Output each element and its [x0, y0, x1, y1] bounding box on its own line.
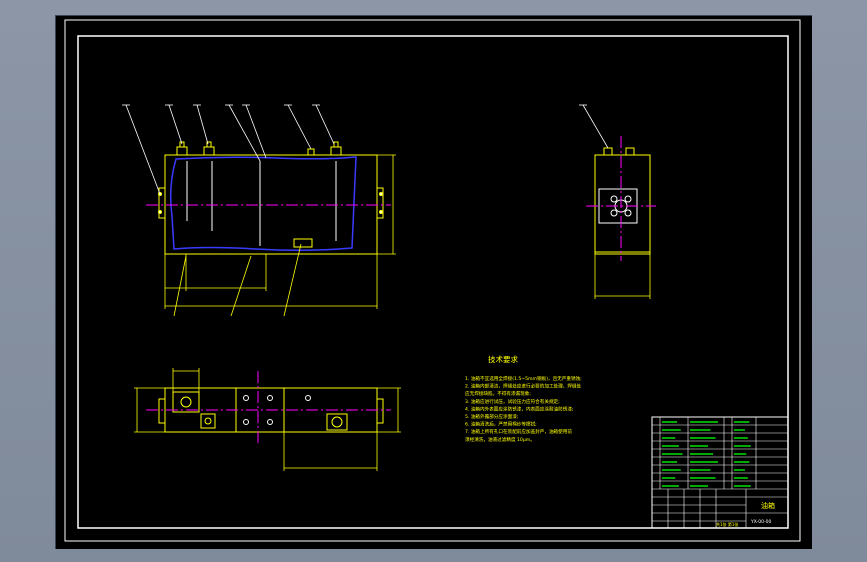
title-block-border — [651, 416, 789, 529]
parts-list-cell — [690, 469, 711, 471]
title-block: 油箱 YX-00-00 共1张 第1张 — [651, 416, 789, 529]
parts-list-grid — [652, 417, 788, 528]
parts-list-cell — [662, 477, 676, 479]
outer-frame — [64, 19, 801, 542]
parts-list-cell — [662, 453, 683, 455]
requirement-line: 4. 油箱内外表面应涂防锈漆，内表面应涂耐油防锈漆; — [465, 405, 574, 412]
tank-inner-outline — [169, 156, 357, 252]
parts-list-cell — [662, 461, 678, 463]
parts-list-cell — [662, 445, 679, 447]
top-view — [134, 368, 401, 471]
top-fittings — [176, 141, 342, 156]
side-view — [579, 104, 656, 299]
parts-list-cell — [690, 421, 718, 423]
parts-list-cell — [690, 485, 708, 487]
parts-list-cell — [690, 461, 718, 463]
requirement-line: 2. 油箱内部清洁，焊缝处应进行必要的加工处理，焊缝处 — [465, 383, 582, 390]
side-top-fittings — [603, 147, 635, 156]
parts-list-cell — [734, 429, 745, 431]
parts-list-cell — [662, 429, 681, 431]
parts-list-entries — [662, 421, 751, 487]
front-view — [122, 104, 396, 317]
oil-filter — [293, 238, 313, 248]
internal-pipes — [186, 161, 337, 246]
sheet-info: 共1张 第1张 — [716, 521, 738, 527]
part-leaders — [122, 104, 335, 195]
requirement-line: 应无焊接缺陷，不得有渗漏现象; — [465, 390, 531, 397]
parts-list-cell — [734, 461, 750, 463]
requirements-title: 技术要求 — [488, 354, 518, 364]
plan-dimensions — [134, 368, 401, 471]
requirement-line: 7. 油箱上所有孔口在装配前应加盖封严，油箱使用前 — [465, 428, 572, 435]
requirement-line: 1. 油箱不宜选用全焊接(1.5~5mm钢板)，且无严重锈蚀; — [465, 375, 582, 382]
side-body — [594, 154, 651, 255]
parts-list-cell — [662, 421, 678, 423]
parts-list-cell — [690, 453, 713, 455]
parts-list-cell — [734, 469, 745, 471]
side-dimensions — [594, 254, 651, 299]
technical-requirements: 技术要求 1. 油箱不宜选用全焊接(1.5~5mm钢板)，且无严重锈蚀;2. 油… — [465, 354, 582, 443]
parts-list-cell — [690, 445, 708, 447]
cad-viewport[interactable]: 技术要求 1. 油箱不宜选用全焊接(1.5~5mm钢板)，且无严重锈蚀; 2. 油… — [55, 15, 812, 549]
requirement-line: 6. 油箱清洗后，严禁用棉纱等擦拭; — [465, 421, 537, 428]
parts-list-cell — [734, 477, 748, 479]
parts-list-cell — [662, 485, 679, 487]
requirements-list: 1. 油箱不宜选用全焊接(1.5~5mm钢板)，且无严重锈蚀;2. 油箱内部清洁… — [465, 375, 582, 443]
requirement-line: 须经清洗，油液过滤精度 10μm。 — [465, 436, 535, 443]
parts-list-cell — [662, 469, 681, 471]
parts-list-cell — [690, 437, 716, 439]
front-dimensions — [164, 154, 396, 317]
parts-list-cell — [662, 437, 676, 439]
parts-list-cell — [734, 437, 748, 439]
drawing-title: 油箱 — [761, 501, 775, 510]
requirement-line: 5. 油箱外露部分应涂面漆; — [465, 413, 519, 420]
parts-list-cell — [734, 445, 751, 447]
parts-list-cell — [734, 485, 751, 487]
technical-drawing: 技术要求 1. 油箱不宜选用全焊接(1.5~5mm钢板)，且无严重锈蚀;2. 油… — [64, 19, 801, 542]
parts-list-cell — [690, 477, 716, 479]
parts-list-cell — [734, 453, 747, 455]
parts-list-cell — [690, 429, 711, 431]
drawing-code: YX-00-00 — [750, 519, 771, 525]
requirement-line: 3. 油箱应进行试压，试验压力应符合有关规定; — [465, 398, 560, 405]
parts-list-cell — [734, 421, 750, 423]
end-flanges — [158, 187, 384, 219]
